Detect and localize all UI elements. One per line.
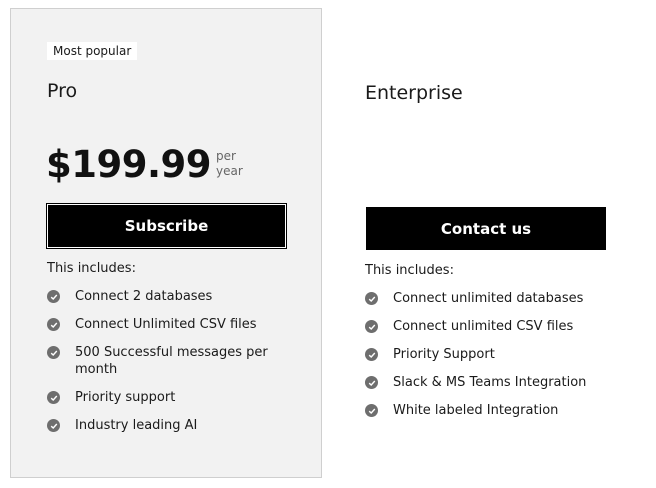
includes-label: This includes: [365, 263, 454, 278]
feature-item: Connect 2 databases [47, 288, 297, 305]
plan-card-enterprise: Enterprise Contact us This includes: Con… [328, 8, 646, 478]
feature-item: Slack & MS Teams Integration [365, 374, 625, 391]
price-block: $199.99 per year [46, 143, 243, 187]
feature-text: White labeled Integration [393, 403, 559, 418]
billing-period: per year [216, 149, 243, 179]
pricing-table: Most popular Pro $199.99 per year Subscr… [0, 0, 656, 488]
check-circle-icon [365, 404, 378, 417]
check-circle-icon [47, 318, 60, 331]
plan-name: Pro [47, 80, 78, 102]
feature-text: Connect unlimited databases [393, 291, 584, 306]
feature-item: Connect unlimited CSV files [365, 318, 625, 335]
feature-text: Connect Unlimited CSV files [75, 317, 257, 332]
includes-label: This includes: [47, 261, 136, 276]
check-circle-icon [365, 320, 378, 333]
feature-text: Connect unlimited CSV files [393, 319, 574, 334]
feature-text: Priority support [75, 390, 176, 405]
plan-price: $199.99 [46, 143, 212, 186]
feature-text: 500 Successful messages per month [75, 345, 268, 377]
check-circle-icon [365, 348, 378, 361]
feature-item: 500 Successful messages per month [47, 344, 297, 378]
plan-name: Enterprise [365, 82, 463, 104]
feature-list: Connect 2 databases Connect Unlimited CS… [47, 288, 297, 445]
plan-card-pro: Most popular Pro $199.99 per year Subscr… [10, 8, 322, 478]
subscribe-button[interactable]: Subscribe [46, 203, 287, 249]
check-circle-icon [47, 290, 60, 303]
contact-us-button[interactable]: Contact us [366, 207, 606, 250]
feature-text: Slack & MS Teams Integration [393, 375, 587, 390]
feature-text: Priority Support [393, 347, 495, 362]
feature-item: Priority Support [365, 346, 625, 363]
billing-period-line1: per [216, 149, 236, 163]
check-circle-icon [365, 292, 378, 305]
feature-text: Connect 2 databases [75, 289, 213, 304]
feature-text: Industry leading AI [75, 418, 198, 433]
check-circle-icon [365, 376, 378, 389]
check-circle-icon [47, 391, 60, 404]
feature-list: Connect unlimited databases Connect unli… [365, 290, 625, 430]
feature-item: Priority support [47, 389, 297, 406]
check-circle-icon [47, 346, 60, 359]
feature-item: Connect Unlimited CSV files [47, 316, 297, 333]
billing-period-line2: year [216, 164, 243, 178]
feature-item: White labeled Integration [365, 402, 625, 419]
feature-item: Industry leading AI [47, 417, 297, 434]
feature-item: Connect unlimited databases [365, 290, 625, 307]
most-popular-badge: Most popular [47, 42, 138, 60]
check-circle-icon [47, 419, 60, 432]
